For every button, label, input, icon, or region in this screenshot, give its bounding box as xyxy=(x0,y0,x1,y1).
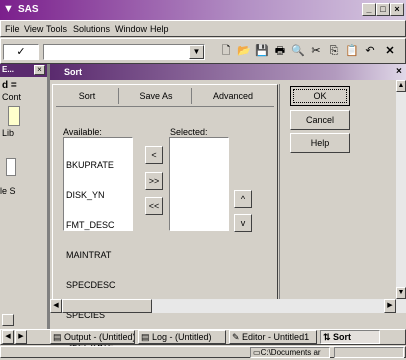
move-all-right-button[interactable]: >> xyxy=(145,172,163,190)
task-output[interactable]: ▤ Output - (Untitled) xyxy=(50,330,135,344)
task-log[interactable]: ▤ Log - (Untitled) xyxy=(138,330,226,344)
task-label: Output - (Untitled) xyxy=(64,332,135,342)
sort-title-bar: Sort × xyxy=(50,64,406,80)
task-sort[interactable]: ⇅ Sort xyxy=(320,330,380,344)
cut-icon[interactable]: ✂ xyxy=(308,43,324,59)
window-bar-prev-button[interactable]: ◀ xyxy=(2,330,14,344)
paste-icon[interactable]: 📋 xyxy=(344,43,360,59)
explorer-folder-icon xyxy=(8,106,20,126)
undo-icon[interactable]: ↶ xyxy=(362,43,378,59)
scroll-right-button[interactable]: ▶ xyxy=(384,299,396,313)
new-icon[interactable]: 🗋 xyxy=(218,43,234,59)
tab-save-as[interactable]: Save As xyxy=(130,86,182,106)
explorer-libraries-label: Lib xyxy=(2,128,15,138)
list-item[interactable]: MAINTRAT xyxy=(66,250,130,260)
task-label: Editor - Untitled1 xyxy=(242,332,310,342)
tab-sort[interactable]: Sort xyxy=(66,86,108,106)
explorer-scroll-up-button[interactable] xyxy=(2,314,14,326)
log-window-icon: ▤ xyxy=(141,332,153,342)
list-item[interactable]: SPECDESC xyxy=(66,280,130,290)
menu-solutions[interactable]: Solutions xyxy=(73,24,110,34)
menu-file[interactable]: File xyxy=(5,24,20,34)
check-button[interactable]: ✓ xyxy=(3,44,39,60)
ok-button[interactable]: OK xyxy=(290,86,350,106)
button-panel-divider xyxy=(279,84,280,300)
check-icon: ✓ xyxy=(16,46,26,58)
task-editor[interactable]: ✎ Editor - Untitled1 xyxy=(229,330,317,344)
list-item[interactable]: BKUPRATE xyxy=(66,160,130,170)
print-icon[interactable]: 🖶 xyxy=(272,43,288,59)
explorer-le-label: le S xyxy=(0,186,16,196)
sort-close-button[interactable]: × xyxy=(396,66,402,77)
tab-divider-1 xyxy=(118,88,119,104)
maximize-button[interactable]: □ xyxy=(376,3,390,16)
scroll-up-button[interactable]: ▲ xyxy=(396,80,406,92)
open-icon[interactable]: 📂 xyxy=(236,43,252,59)
tab-underline xyxy=(56,106,274,107)
app-title: SAS xyxy=(18,4,39,15)
task-label: Sort xyxy=(333,332,352,342)
tab-advanced[interactable]: Advanced xyxy=(202,86,264,106)
explorer-title-bar: E... × xyxy=(0,64,47,77)
menu-bar: File View Tools Solutions Window Help xyxy=(0,20,406,37)
minimize-button[interactable]: _ xyxy=(362,3,376,16)
editor-window-icon: ✎ xyxy=(232,332,243,342)
menu-view[interactable]: View xyxy=(24,24,43,34)
command-input[interactable] xyxy=(43,44,205,60)
close-button[interactable]: × xyxy=(390,3,404,16)
cancel-button[interactable]: Cancel xyxy=(290,110,350,130)
command-dropdown-button[interactable]: ▼ xyxy=(189,45,204,59)
close-icon[interactable]: ✕ xyxy=(382,43,398,59)
explorer-window: E... × d = Cont Lib le S xyxy=(0,64,48,330)
tab-divider-2 xyxy=(191,88,192,104)
menu-help[interactable]: Help xyxy=(150,24,169,34)
preview-icon[interactable]: 🔍 xyxy=(290,43,306,59)
list-item[interactable]: FMT_DESC xyxy=(66,220,130,230)
task-label: Log - (Untitled) xyxy=(152,332,212,342)
move-down-button[interactable]: v xyxy=(234,214,252,232)
copy-icon[interactable]: ⎘ xyxy=(326,43,342,59)
selected-label: Selected: xyxy=(170,127,208,137)
app-title-bar: ▼ SAS _ □ × xyxy=(0,0,406,20)
move-right-button[interactable]: < xyxy=(145,146,163,164)
selected-list[interactable] xyxy=(169,137,229,231)
status-path: ▭C:\Documents ar xyxy=(250,347,330,358)
folder-icon: ▭ xyxy=(253,348,261,357)
sort-vertical-scrollbar[interactable] xyxy=(396,80,406,299)
save-icon[interactable]: 💾 xyxy=(254,43,270,59)
explorer-close-button[interactable]: × xyxy=(34,65,45,75)
list-item[interactable]: DISK_YN xyxy=(66,190,130,200)
window-bar-next-button[interactable]: ▶ xyxy=(15,330,27,344)
menu-window[interactable]: Window xyxy=(115,24,147,34)
menu-tools[interactable]: Tools xyxy=(46,24,67,34)
scroll-left-button[interactable]: ◀ xyxy=(50,299,62,313)
sas-logo-icon: ▼ xyxy=(3,3,14,15)
sort-title: Sort xyxy=(64,67,82,77)
available-label: Available: xyxy=(63,127,102,137)
move-all-left-button[interactable]: << xyxy=(145,197,163,215)
move-up-button[interactable]: ^ xyxy=(234,190,252,208)
explorer-title: E... xyxy=(2,65,15,74)
explorer-contents-label: Cont xyxy=(2,92,22,102)
help-button[interactable]: Help xyxy=(290,133,350,153)
available-list[interactable]: BKUPRATE DISK_YN FMT_DESC MAINTRAT SPECD… xyxy=(63,137,133,350)
explorer-item-icon xyxy=(6,158,16,176)
scroll-down-button[interactable]: ▼ xyxy=(396,287,406,299)
status-cell xyxy=(334,347,404,358)
explorer-d-label: d = xyxy=(2,80,17,91)
sort-window-icon: ⇅ xyxy=(323,332,334,342)
output-window-icon: ▤ xyxy=(53,332,65,342)
scroll-thumb[interactable] xyxy=(62,299,152,313)
